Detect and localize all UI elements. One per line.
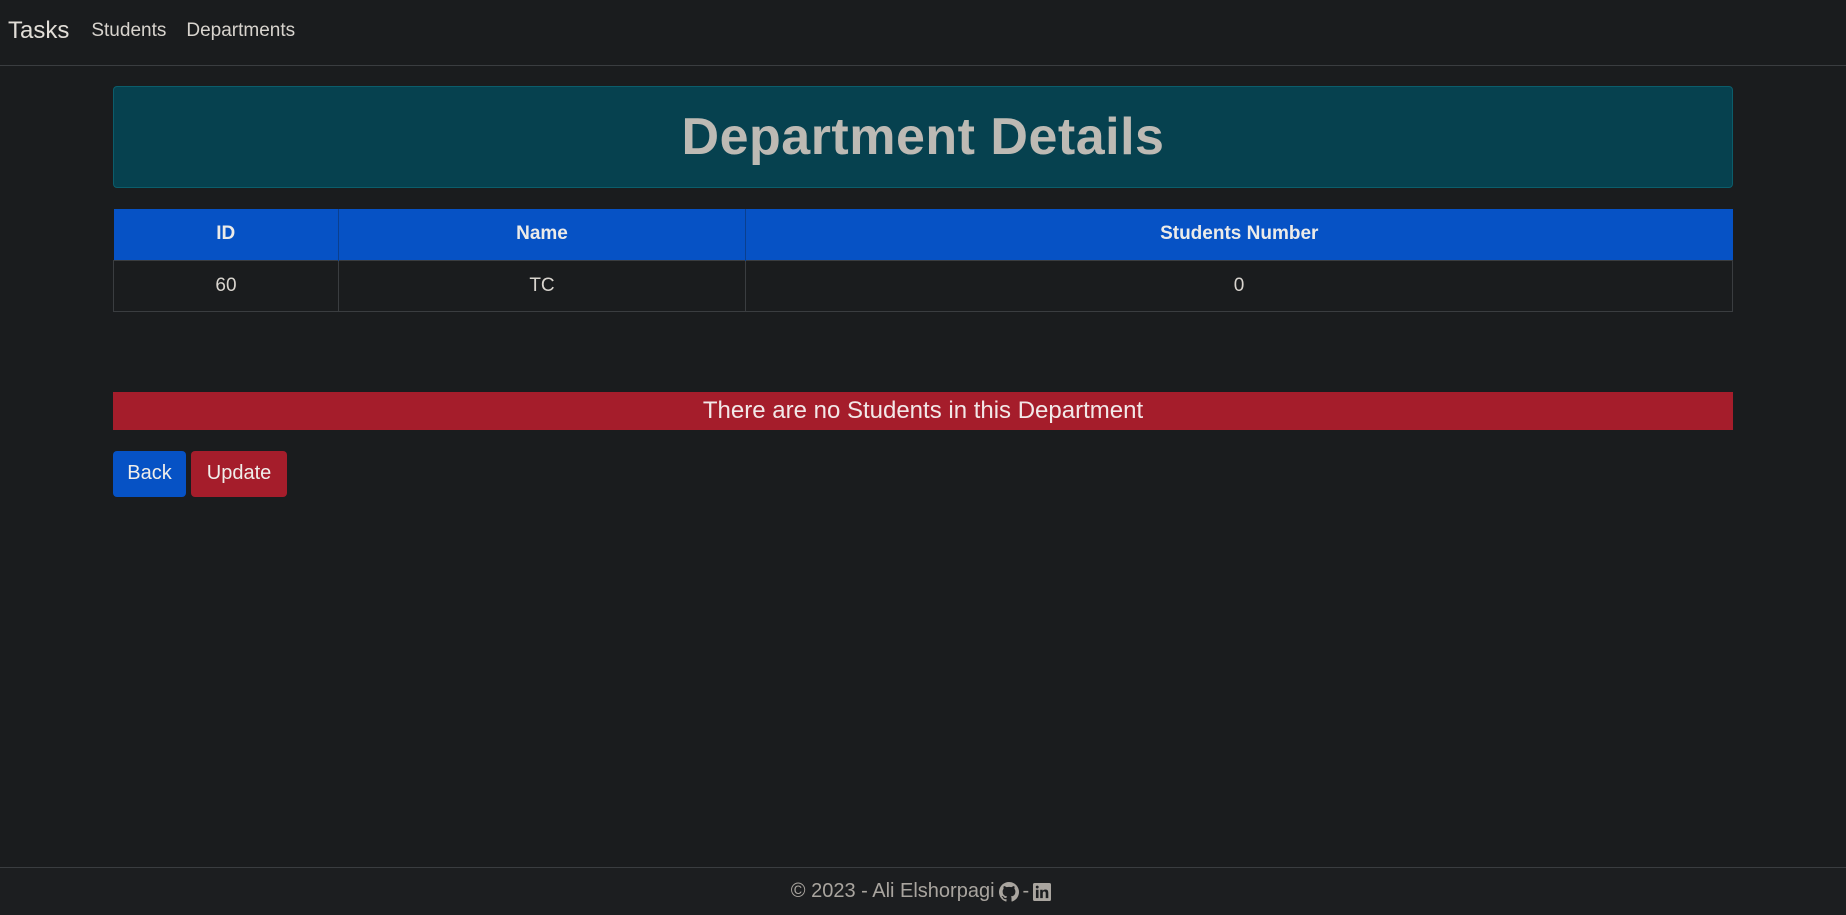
page-header: Department Details: [113, 86, 1733, 188]
update-button[interactable]: Update: [191, 450, 287, 497]
footer-separator: -: [1022, 880, 1030, 902]
no-students-alert: There are no Students in this Department: [113, 391, 1733, 430]
column-header-name: Name: [338, 209, 746, 260]
column-header-students-number: Students Number: [745, 209, 1733, 260]
cell-id: 60: [113, 259, 339, 312]
nav-link-students[interactable]: Students: [91, 20, 166, 42]
column-header-id: ID: [113, 209, 339, 260]
table-row: 60 TC 0: [113, 259, 1733, 312]
nav-link-departments[interactable]: Departments: [186, 20, 295, 42]
footer: © 2023 - Ali Elshorpagi -: [0, 867, 1846, 915]
table-header-row: ID Name Students Number: [113, 209, 1733, 260]
cell-students-number: 0: [745, 259, 1733, 312]
navbar: Tasks Students Departments: [0, 0, 1846, 66]
cell-name: TC: [338, 259, 746, 312]
linkedin-icon[interactable]: [1033, 882, 1052, 901]
github-icon[interactable]: [998, 881, 1019, 902]
back-button[interactable]: Back: [113, 450, 186, 497]
page-title: Department Details: [681, 108, 1165, 166]
action-buttons: Back Update: [113, 450, 1733, 497]
footer-copyright: © 2023 - Ali Elshorpagi: [790, 880, 995, 902]
main-content: Department Details ID Name Students Numb…: [113, 86, 1733, 497]
department-details-table: ID Name Students Number 60 TC 0: [113, 209, 1733, 312]
brand-link[interactable]: Tasks: [8, 17, 69, 45]
